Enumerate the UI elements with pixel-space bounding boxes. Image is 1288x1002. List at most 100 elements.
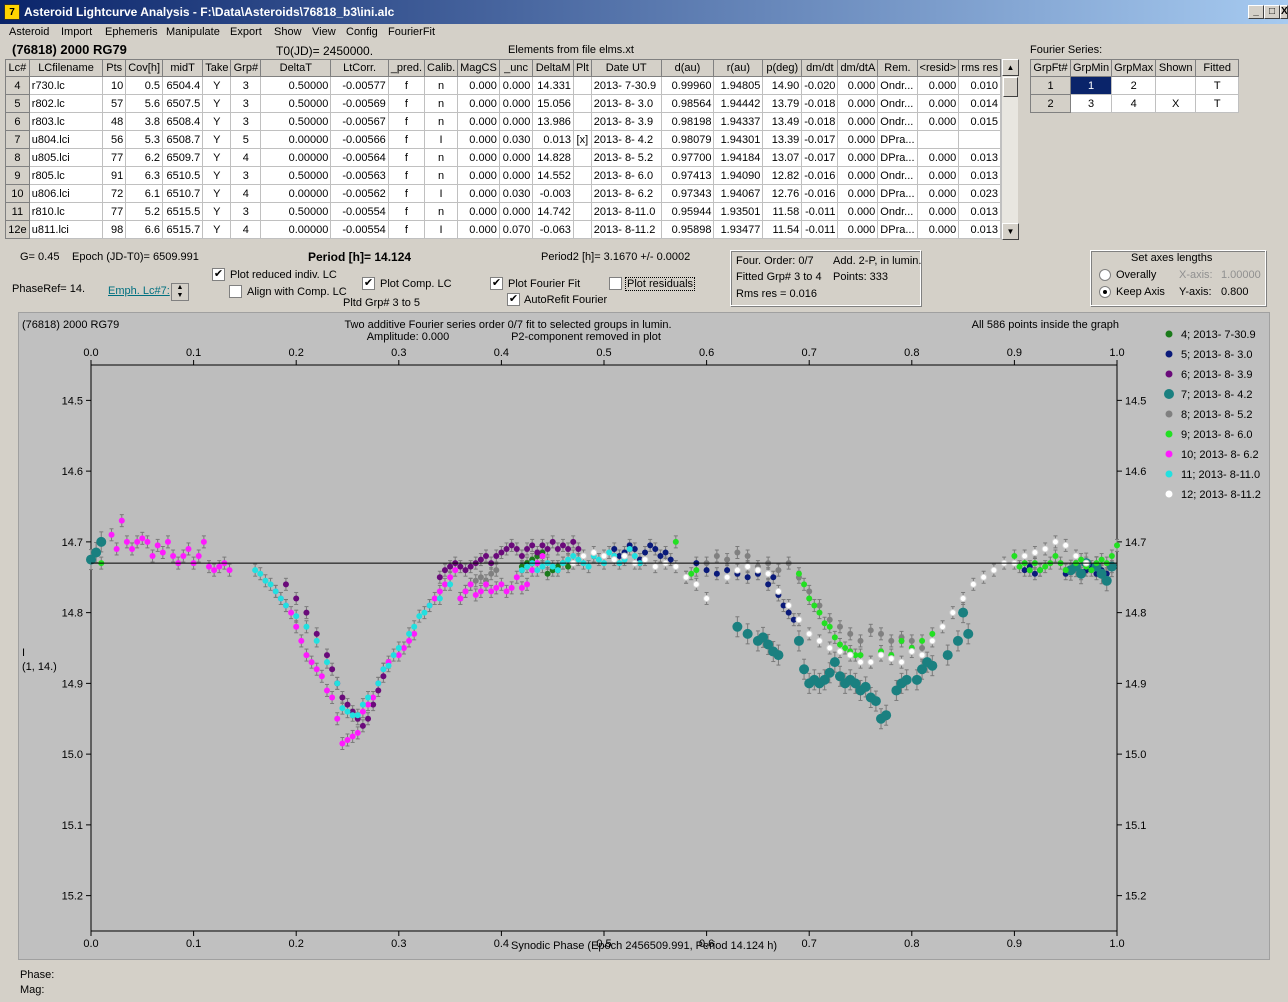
table-row[interactable]: 5 r802.lc 57 5.6 6507.5 Y 3 0.50000 -0.00569 f n 0.… xyxy=(5,94,1001,113)
table-cell[interactable]: 3.8 xyxy=(125,112,163,131)
table-cell[interactable]: 0.000 xyxy=(916,202,960,221)
table-cell[interactable]: Ondr... xyxy=(877,94,918,113)
table-cell[interactable]: u804.lci xyxy=(28,130,104,149)
lightcurve-plot[interactable]: 0.00.00.10.10.20.20.30.30.40.40.50.50.60… xyxy=(19,313,1269,959)
table-cell[interactable]: 2013- 8- 5.2 xyxy=(590,148,662,167)
table-column-header[interactable]: MagCS xyxy=(457,59,500,77)
table-cell[interactable]: 13.79 xyxy=(762,94,803,113)
menu-view[interactable]: View xyxy=(312,26,336,38)
fourier-column-header[interactable]: Shown xyxy=(1155,59,1197,77)
table-column-header[interactable]: d(au) xyxy=(660,59,715,77)
table-cell[interactable]: -0.017 xyxy=(801,130,839,149)
table-cell[interactable]: 2013- 8-11.2 xyxy=(590,220,662,239)
table-cell[interactable] xyxy=(572,184,592,203)
table-cell[interactable]: 6510.5 xyxy=(161,166,204,185)
fourier-row[interactable]: 112T xyxy=(1030,76,1240,95)
table-cell[interactable]: 4 xyxy=(230,220,262,239)
table-column-header[interactable]: Lc# xyxy=(5,59,30,77)
fourier-row[interactable]: 234XT xyxy=(1030,94,1240,113)
plot-comp-checkbox[interactable]: ✔ xyxy=(362,277,375,290)
table-cell[interactable]: 0.030 xyxy=(498,130,534,149)
table-cell[interactable]: 0.97343 xyxy=(660,184,715,203)
lightcurve-plot-panel[interactable]: 0.0 0.0 0.1 0.1 0.2 0.2 0.3 0.3 0.4 0.4 0.5 0.5 0.6 0… xyxy=(18,312,1270,960)
table-row[interactable]: 9 r805.lc 91 6.3 6510.5 Y 3 0.50000 -0.00563 f n 0.… xyxy=(5,166,1001,185)
table-cell[interactable]: 0.000 xyxy=(837,112,879,131)
table-cell[interactable]: 0.015 xyxy=(958,112,1001,131)
minimize-button[interactable]: _ xyxy=(1248,5,1264,19)
table-cell[interactable]: 13.49 xyxy=(762,112,803,131)
table-cell[interactable]: Ondr... xyxy=(877,166,918,185)
table-column-header[interactable]: p(deg) xyxy=(762,59,803,77)
table-cell[interactable]: 0.99960 xyxy=(660,76,715,95)
table-cell[interactable]: 0.014 xyxy=(958,94,1001,113)
table-column-header[interactable]: dm/dtA xyxy=(837,59,879,77)
table-column-header[interactable]: Rem. xyxy=(877,59,918,77)
fourier-column-header[interactable]: GrpMin xyxy=(1069,59,1113,77)
table-column-header[interactable]: Date UT xyxy=(590,59,662,77)
table-cell[interactable]: n xyxy=(424,202,459,221)
row-header[interactable]: 11 xyxy=(5,202,30,221)
table-cell[interactable]: 0.000 xyxy=(837,130,879,149)
maximize-button[interactable]: □ xyxy=(1264,5,1280,19)
table-cell[interactable]: 2013- 8- 6.0 xyxy=(590,166,662,185)
table-cell[interactable]: 0.013 xyxy=(958,220,1001,239)
fourier-row-header[interactable]: 1 xyxy=(1030,76,1071,95)
table-cell[interactable]: 0.000 xyxy=(457,148,500,167)
table-cell[interactable]: 48 xyxy=(102,112,127,131)
table-cell[interactable]: 0.00000 xyxy=(260,130,332,149)
table-cell[interactable]: 6515.7 xyxy=(161,220,204,239)
table-cell[interactable]: -0.016 xyxy=(801,184,839,203)
table-cell[interactable]: 0.000 xyxy=(837,220,879,239)
table-column-header[interactable]: Take xyxy=(202,59,232,77)
table-cell[interactable]: 2013- 8-11.0 xyxy=(590,202,662,221)
table-cell[interactable]: 56 xyxy=(102,130,127,149)
table-cell[interactable]: r810.lc xyxy=(28,202,104,221)
table-cell[interactable]: 0.97700 xyxy=(660,148,715,167)
y-axis-input[interactable]: 0.800 xyxy=(1221,286,1249,298)
table-cell[interactable]: 6509.7 xyxy=(161,148,204,167)
table-cell[interactable]: f xyxy=(387,148,426,167)
table-cell[interactable]: 0.000 xyxy=(837,166,879,185)
menu-asteroid[interactable]: Asteroid xyxy=(9,26,49,38)
lightcurve-table[interactable]: Lc# LCfilename Pts Cov[h] midT Take Grp# DeltaT… xyxy=(5,59,1001,239)
table-cell[interactable]: r805.lc xyxy=(28,166,104,185)
fourier-column-header[interactable]: Fitted xyxy=(1195,59,1240,77)
table-cell[interactable]: 0.000 xyxy=(498,76,534,95)
table-cell[interactable]: 3 xyxy=(230,112,262,131)
table-cell[interactable]: 6510.7 xyxy=(161,184,204,203)
table-cell[interactable]: 5.6 xyxy=(125,94,163,113)
table-cell[interactable]: 13.07 xyxy=(762,148,803,167)
table-cell[interactable]: 2013- 8- 6.2 xyxy=(590,184,662,203)
table-cell[interactable]: -0.00577 xyxy=(330,76,389,95)
table-cell[interactable]: -0.020 xyxy=(801,76,839,95)
table-cell[interactable]: -0.00566 xyxy=(330,130,389,149)
table-column-header[interactable]: dm/dt xyxy=(801,59,839,77)
table-cell[interactable]: 1.94805 xyxy=(713,76,764,95)
table-cell[interactable]: Y xyxy=(202,166,232,185)
table-cell[interactable]: 0.50000 xyxy=(260,112,332,131)
fourier-cell[interactable] xyxy=(1155,76,1197,95)
plot-residuals-checkbox[interactable] xyxy=(609,277,622,290)
table-column-header[interactable]: _pred. xyxy=(387,59,426,77)
table-cell[interactable]: 1.94184 xyxy=(713,148,764,167)
row-header[interactable]: 12e xyxy=(5,220,30,239)
table-cell[interactable]: r730.lc xyxy=(28,76,104,95)
table-cell[interactable]: 6508.4 xyxy=(161,112,204,131)
table-column-header[interactable]: Cov[h] xyxy=(125,59,163,77)
table-cell[interactable]: f xyxy=(387,184,426,203)
row-header[interactable]: 7 xyxy=(5,130,30,149)
scroll-down-icon[interactable]: ▼ xyxy=(1002,223,1019,240)
table-cell[interactable]: Y xyxy=(202,184,232,203)
table-cell[interactable]: 0.000 xyxy=(837,202,879,221)
table-cell[interactable]: 13.39 xyxy=(762,130,803,149)
table-cell[interactable]: 12.76 xyxy=(762,184,803,203)
table-column-header[interactable]: <resid> xyxy=(916,59,960,77)
table-cell[interactable]: 0.000 xyxy=(498,112,534,131)
table-cell[interactable]: 3 xyxy=(230,202,262,221)
table-cell[interactable]: Y xyxy=(202,202,232,221)
table-cell[interactable]: 0.50000 xyxy=(260,76,332,95)
row-header[interactable]: 10 xyxy=(5,184,30,203)
table-cell[interactable]: -0.00562 xyxy=(330,184,389,203)
table-cell[interactable]: 2013- 8- 3.0 xyxy=(590,94,662,113)
table-cell[interactable]: 1.94337 xyxy=(713,112,764,131)
